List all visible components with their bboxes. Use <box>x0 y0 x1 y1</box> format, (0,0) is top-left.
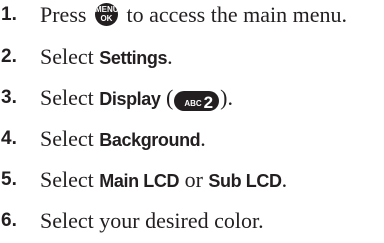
step-number: 1. <box>1 4 17 25</box>
menu-keyword: Display <box>99 89 161 109</box>
step-text: Select Settings. <box>40 42 173 73</box>
step-text-post: to access the main menu. <box>120 2 347 27</box>
step-text: Press MENU OK to access the main menu. <box>40 0 347 30</box>
step-text-pre: Select <box>40 126 100 151</box>
step-text-pre: Select <box>40 85 100 110</box>
step-text-post: . <box>281 167 288 192</box>
menu-keyword: Settings <box>99 48 168 68</box>
step-text: Select Main LCD or Sub LCD. <box>40 165 287 196</box>
step-2: 2. Select Settings. <box>0 42 384 72</box>
step-number: 5. <box>1 169 17 190</box>
step-text: Select Display (ABC 2). <box>40 83 233 114</box>
step-text-post: . <box>167 44 173 69</box>
step-text-post: . <box>200 126 206 151</box>
paren-close: ). <box>220 85 233 110</box>
menu-key-line1: MENU <box>94 5 119 14</box>
step-number: 2. <box>1 46 17 67</box>
step-5: 5. Select Main LCD or Sub LCD. <box>0 165 384 195</box>
step-text-pre: Press <box>40 2 92 27</box>
abc2-key-icon: ABC 2 <box>174 91 220 112</box>
step-1: 1. Press MENU OK to access the main menu. <box>0 0 384 30</box>
menu-keyword: Sub LCD <box>208 171 282 191</box>
paren-open: ( <box>160 85 174 110</box>
step-text-pre: Select <box>40 44 100 69</box>
step-number: 4. <box>1 128 17 149</box>
step-number: 6. <box>1 210 17 231</box>
menu-key-line2: OK <box>100 14 113 23</box>
step-text: Select Background. <box>40 124 206 155</box>
menu-keyword: Background <box>99 130 201 150</box>
step-6: 6. Select your desired color. <box>0 206 384 236</box>
step-4: 4. Select Background. <box>0 124 384 154</box>
menu-keyword: Main LCD <box>99 171 180 191</box>
step-text-mid: or <box>179 167 209 192</box>
abc-key-small-label: ABC <box>184 99 202 108</box>
step-number: 3. <box>1 87 17 108</box>
abc-key-digit: 2 <box>203 93 214 112</box>
step-text-pre: Select your desired color. <box>40 208 264 233</box>
menu-ok-key-icon: MENU OK <box>94 3 119 26</box>
step-text-pre: Select <box>40 167 100 192</box>
step-3: 3. Select Display (ABC 2). <box>0 83 384 113</box>
step-text: Select your desired color. <box>40 206 264 236</box>
